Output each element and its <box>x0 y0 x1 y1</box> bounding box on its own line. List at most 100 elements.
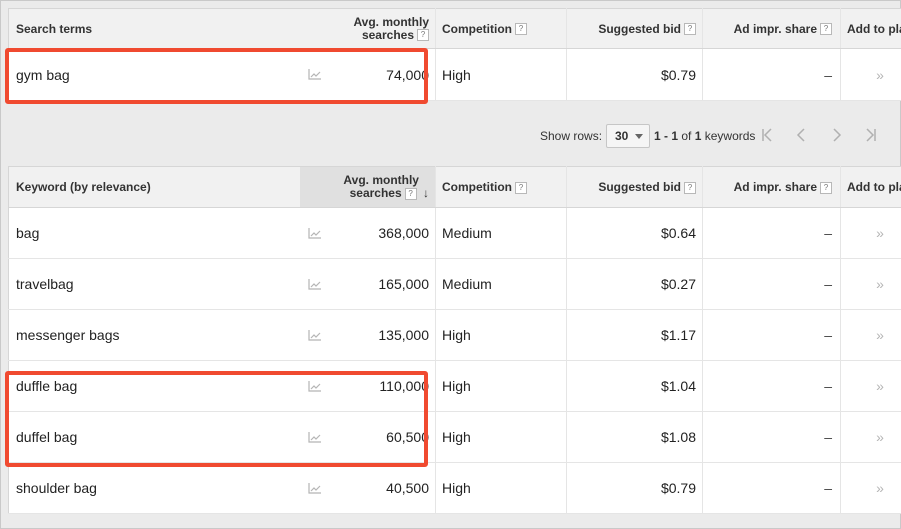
header-add-to-plan: Add to plan <box>840 8 901 49</box>
trend-chart-icon[interactable] <box>300 309 330 361</box>
trend-chart-icon[interactable] <box>300 360 330 412</box>
header-avg-line2: searches <box>349 186 402 200</box>
help-icon[interactable]: ? <box>684 181 696 194</box>
avg-searches-cell: 74,000 <box>330 48 436 101</box>
show-rows-label: Show rows: <box>540 129 603 143</box>
competition-cell: High <box>435 411 567 463</box>
search-term-cell: gym bag <box>8 48 300 101</box>
avg-searches-cell: 368,000 <box>330 207 436 259</box>
keyword-cell: shoulder bag <box>8 462 300 514</box>
suggested-bid-cell: $1.04 <box>566 360 703 412</box>
keyword-cell: travelbag <box>8 258 300 310</box>
header-competition[interactable]: Competition? <box>435 166 567 208</box>
competition-cell: Medium <box>435 207 567 259</box>
header-bid-label: Suggested bid <box>598 180 681 194</box>
ad-impr-share-cell: – <box>702 360 841 412</box>
page-range-of: of <box>681 129 692 143</box>
table-row: messenger bags 135,000 High $1.17–» <box>8 309 901 361</box>
prev-page-icon[interactable] <box>790 124 814 148</box>
header-suggested-bid[interactable]: Suggested bid? <box>566 8 703 49</box>
rows-per-page-select[interactable]: 30 <box>606 124 650 148</box>
ad-impr-share-cell: – <box>702 207 841 259</box>
header-avg-line2: searches <box>361 27 414 42</box>
table-row: travelbag 165,000 Medium $0.27–» <box>8 258 901 310</box>
add-to-plan-button[interactable]: » <box>840 309 901 361</box>
last-page-icon[interactable] <box>858 124 882 148</box>
header-share-label: Ad impr. share <box>733 180 817 194</box>
keyword-cell: duffle bag <box>8 360 300 412</box>
chevron-down-icon <box>635 134 643 139</box>
ad-impr-share-cell: – <box>702 309 841 361</box>
trend-chart-icon[interactable] <box>300 258 330 310</box>
competition-cell: High <box>435 309 567 361</box>
add-to-plan-button[interactable]: » <box>840 360 901 412</box>
suggested-bid-cell: $0.79 <box>566 48 703 101</box>
table-row: bag 368,000 Medium $0.64–» <box>8 207 901 259</box>
add-to-plan-button[interactable]: » <box>840 48 901 101</box>
avg-searches-cell: 40,500 <box>330 462 436 514</box>
help-icon[interactable]: ? <box>515 23 527 36</box>
header-keyword-relevance[interactable]: Keyword (by relevance) <box>8 166 300 208</box>
header-competition-label: Competition <box>442 180 512 194</box>
trend-chart-icon[interactable] <box>300 411 330 463</box>
add-to-plan-button[interactable]: » <box>840 258 901 310</box>
help-icon[interactable]: ? <box>417 29 429 42</box>
search-terms-header-row: Search terms Avg. monthly searches? Comp… <box>8 8 901 49</box>
header-ad-impr-share[interactable]: Ad impr. share? <box>702 166 841 208</box>
suggested-bid-cell: $0.64 <box>566 207 703 259</box>
header-avg-monthly-searches[interactable]: Avg. monthly searches? <box>330 8 436 49</box>
add-to-plan-button[interactable]: » <box>840 411 901 463</box>
competition-cell: High <box>435 462 567 514</box>
trend-chart-icon[interactable] <box>300 48 330 101</box>
trend-chart-icon[interactable] <box>300 207 330 259</box>
ad-impr-share-cell: – <box>702 411 841 463</box>
keyword-cell: duffel bag <box>8 411 300 463</box>
suggested-bid-cell: $1.17 <box>566 309 703 361</box>
add-to-plan-button[interactable]: » <box>840 462 901 514</box>
keyword-header-row: Keyword (by relevance) Avg. monthly sear… <box>8 166 901 208</box>
keyword-ideas-table: Keyword (by relevance) Avg. monthly sear… <box>8 166 901 514</box>
header-competition-label: Competition <box>442 21 512 36</box>
help-icon[interactable]: ? <box>515 181 527 194</box>
help-icon[interactable]: ? <box>820 23 832 36</box>
trend-chart-icon[interactable] <box>300 462 330 514</box>
table-row: shoulder bag 40,500 High $0.79–» <box>8 462 901 514</box>
next-page-icon[interactable] <box>824 124 848 148</box>
help-icon[interactable]: ? <box>684 23 696 36</box>
table-row: gym bag 74,000 High $0.79 – » <box>8 48 901 101</box>
header-avg-line1: Avg. monthly <box>343 173 419 187</box>
page-range-suffix: keywords <box>704 129 756 143</box>
header-competition[interactable]: Competition? <box>435 8 567 49</box>
help-icon[interactable]: ? <box>404 187 417 200</box>
header-avg-line1: Avg. monthly <box>353 14 429 29</box>
avg-searches-cell: 135,000 <box>330 309 436 361</box>
keyword-cell: bag <box>8 207 300 259</box>
pagination-bar: Show rows: 30 1 - 1 of 1 keywords <box>8 117 895 155</box>
keyword-planner-panel: Search terms Avg. monthly searches? Comp… <box>0 0 901 529</box>
page-range-bold: 1 - 1 <box>654 129 679 143</box>
header-search-terms[interactable]: Search terms <box>8 8 300 49</box>
competition-cell: Medium <box>435 258 567 310</box>
ad-impr-share-cell: – <box>702 462 841 514</box>
first-page-icon[interactable] <box>756 124 780 148</box>
table-row: duffle bag 110,000 High $1.04–» <box>8 360 901 412</box>
sort-desc-icon: ↓ <box>423 186 429 200</box>
page-range-total: 1 <box>694 129 702 143</box>
add-to-plan-button[interactable]: » <box>840 207 901 259</box>
table-row: duffel bag 60,500 High $1.08–» <box>8 411 901 463</box>
help-icon[interactable]: ? <box>820 181 832 194</box>
header-suggested-bid[interactable]: Suggested bid? <box>566 166 703 208</box>
avg-searches-cell: 165,000 <box>330 258 436 310</box>
ad-impr-share-cell: – <box>702 258 841 310</box>
header-add-to-plan: Add to plan <box>840 166 901 208</box>
competition-cell: High <box>435 48 567 101</box>
page-range: 1 - 1 of 1 keywords <box>654 129 755 143</box>
suggested-bid-cell: $0.27 <box>566 258 703 310</box>
header-ad-impr-share[interactable]: Ad impr. share? <box>702 8 841 49</box>
header-avg-monthly-searches-sorted[interactable]: Avg. monthly searches? ↓ <box>330 166 436 208</box>
suggested-bid-cell: $0.79 <box>566 462 703 514</box>
keyword-cell: messenger bags <box>8 309 300 361</box>
header-trend <box>300 166 330 208</box>
suggested-bid-cell: $1.08 <box>566 411 703 463</box>
ad-impr-share-cell: – <box>702 48 841 101</box>
